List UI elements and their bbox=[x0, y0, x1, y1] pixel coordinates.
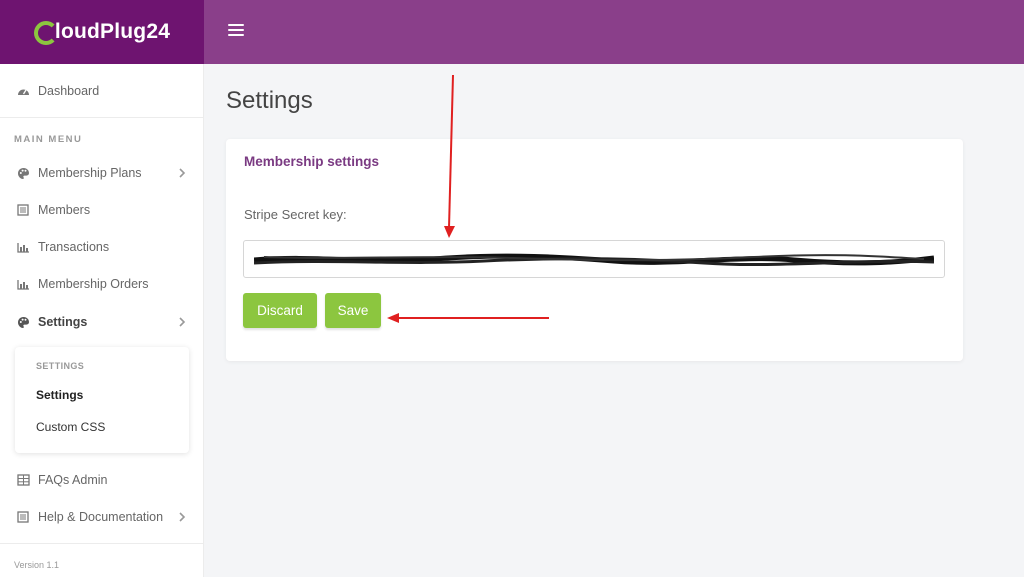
dashboard-gauge-icon bbox=[16, 84, 30, 98]
settings-submenu: SETTINGS Settings Custom CSS bbox=[15, 347, 189, 453]
chevron-right-icon bbox=[179, 168, 186, 178]
sidebar-item-dashboard[interactable]: Dashboard bbox=[0, 73, 204, 109]
card-title: Membership settings bbox=[244, 154, 380, 169]
sidebar-item-membership-orders[interactable]: Membership Orders bbox=[0, 266, 204, 302]
sidebar-item-transactions[interactable]: Transactions bbox=[0, 229, 204, 265]
sidebar-divider bbox=[0, 543, 204, 544]
brand-area[interactable]: loudPlug24 bbox=[0, 0, 204, 64]
sidebar-divider bbox=[0, 117, 204, 118]
discard-button[interactable]: Discard bbox=[243, 293, 317, 328]
version-label: Version 1.1 bbox=[14, 560, 60, 570]
brand-c-icon bbox=[33, 21, 58, 45]
chevron-right-icon bbox=[179, 317, 186, 327]
sidebar-item-settings[interactable]: Settings bbox=[0, 304, 204, 340]
list-icon bbox=[16, 510, 30, 524]
submenu-item-settings[interactable]: Settings bbox=[36, 388, 83, 402]
stripe-secret-key-label: Stripe Secret key: bbox=[244, 207, 347, 222]
sidebar-item-label: Membership Orders bbox=[38, 277, 149, 291]
submenu-item-custom-css[interactable]: Custom CSS bbox=[36, 420, 105, 434]
stripe-secret-key-input[interactable] bbox=[243, 240, 945, 278]
sidebar-item-label: FAQs Admin bbox=[38, 473, 108, 487]
palette-icon bbox=[16, 315, 30, 329]
submenu-title: SETTINGS bbox=[36, 361, 85, 371]
palette-icon bbox=[16, 166, 30, 180]
sidebar-section-title: MAIN MENU bbox=[14, 134, 83, 145]
bar-chart-icon bbox=[16, 240, 30, 254]
sidebar-item-label: Transactions bbox=[38, 240, 110, 254]
hamburger-icon[interactable] bbox=[228, 24, 244, 38]
brand-name: loudPlug24 bbox=[54, 20, 171, 43]
sidebar-item-label: Members bbox=[38, 203, 91, 217]
save-button[interactable]: Save bbox=[325, 293, 381, 328]
sidebar-item-help-documentation[interactable]: Help & Documentation bbox=[0, 499, 204, 535]
brand-logo: loudPlug24 bbox=[33, 20, 171, 45]
chevron-right-icon bbox=[179, 512, 186, 522]
sidebar-item-label: Dashboard bbox=[38, 84, 100, 98]
sidebar-item-members[interactable]: Members bbox=[0, 192, 204, 228]
sidebar-item-membership-plans[interactable]: Membership Plans bbox=[0, 155, 204, 191]
sidebar-item-label: Help & Documentation bbox=[38, 510, 164, 524]
sidebar-item-label: Settings bbox=[38, 315, 88, 329]
bar-chart-icon bbox=[16, 277, 30, 291]
list-icon bbox=[16, 203, 30, 217]
sidebar-item-faqs-admin[interactable]: FAQs Admin bbox=[0, 462, 204, 498]
page-title: Settings bbox=[226, 87, 313, 114]
sidebar-item-label: Membership Plans bbox=[38, 166, 142, 180]
membership-settings-card: Membership settings Stripe Secret key: D… bbox=[226, 139, 963, 361]
table-icon bbox=[16, 473, 30, 487]
